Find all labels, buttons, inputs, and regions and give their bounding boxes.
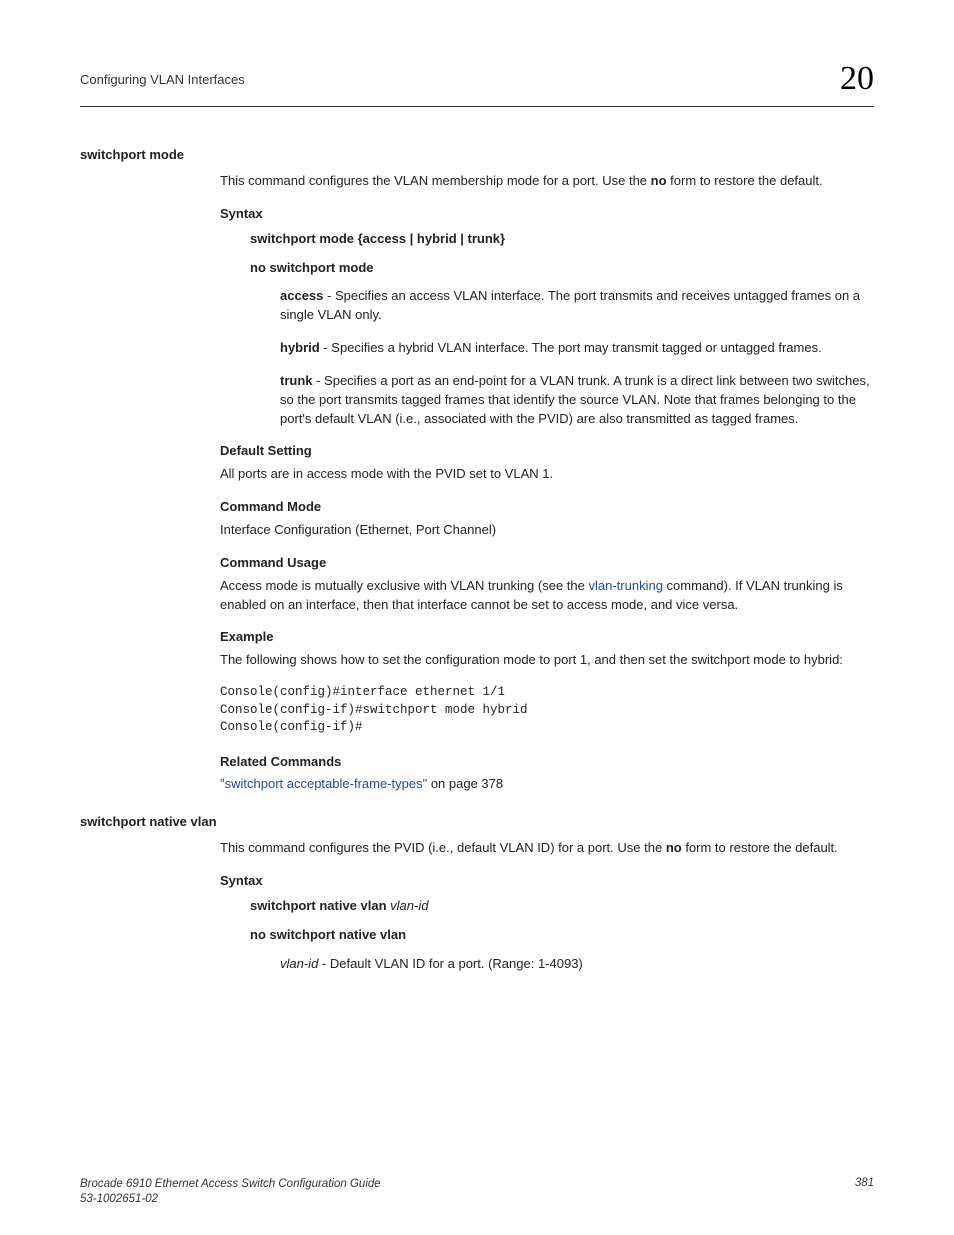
- intro2-text-b: form to restore the default.: [682, 840, 838, 855]
- param-term-trunk: trunk: [280, 373, 313, 388]
- intro-paragraph: This command configures the VLAN members…: [220, 172, 874, 191]
- page-header: Configuring VLAN Interfaces 20: [80, 60, 874, 98]
- syntax2-bold: switchport native vlan: [250, 898, 390, 913]
- param-text-access: - Specifies an access VLAN interface. Th…: [280, 288, 860, 322]
- footer-page-number: 381: [855, 1177, 874, 1189]
- intro-text-b: form to restore the default.: [667, 173, 823, 188]
- intro-no-keyword: no: [651, 173, 667, 188]
- command-body-switchport-native-vlan: This command configures the PVID (i.e., …: [220, 839, 874, 973]
- intro-paragraph-2: This command configures the PVID (i.e., …: [220, 839, 874, 858]
- example-intro: The following shows how to set the confi…: [220, 651, 874, 670]
- chapter-number: 20: [840, 60, 874, 98]
- syntax-heading-2: Syntax: [220, 872, 874, 891]
- footer-left: Brocade 6910 Ethernet Access Switch Conf…: [80, 1177, 381, 1207]
- syntax-line: switchport mode {access | hybrid | trunk…: [250, 230, 874, 249]
- footer-doc-title: Brocade 6910 Ethernet Access Switch Conf…: [80, 1177, 381, 1192]
- syntax2-italic: vlan-id: [390, 898, 428, 913]
- param-hybrid: hybrid - Specifies a hybrid VLAN interfa…: [280, 339, 874, 358]
- command-usage-heading: Command Usage: [220, 554, 874, 573]
- vlan-trunking-link[interactable]: vlan-trunking: [589, 578, 663, 593]
- intro-text-a: This command configures the VLAN members…: [220, 173, 651, 188]
- example-code: Console(config)#interface ethernet 1/1 C…: [220, 684, 874, 737]
- command-mode-text: Interface Configuration (Ethernet, Port …: [220, 521, 874, 540]
- syntax-line-2: switchport native vlan vlan-id: [250, 897, 874, 916]
- related-commands-line: "switchport acceptable-frame-types" on p…: [220, 775, 874, 794]
- param-text-hybrid: - Specifies a hybrid VLAN interface. The…: [320, 340, 822, 355]
- header-rule: [80, 106, 874, 107]
- usage-text-a: Access mode is mutually exclusive with V…: [220, 578, 589, 593]
- command-title-switchport-mode: switchport mode: [80, 147, 874, 162]
- param-text-vlan-id: - Default VLAN ID for a port. (Range: 1-…: [318, 956, 582, 971]
- default-setting-heading: Default Setting: [220, 442, 874, 461]
- footer-doc-number: 53-1002651-02: [80, 1192, 381, 1207]
- command-title-switchport-native-vlan: switchport native vlan: [80, 814, 874, 829]
- command-usage-text: Access mode is mutually exclusive with V…: [220, 577, 874, 615]
- syntax-heading: Syntax: [220, 205, 874, 224]
- page-footer: Brocade 6910 Ethernet Access Switch Conf…: [80, 1177, 874, 1207]
- related-commands-heading: Related Commands: [220, 753, 874, 772]
- command-body-switchport-mode: This command configures the VLAN members…: [220, 172, 874, 794]
- no-syntax-line: no switchport mode: [250, 259, 874, 278]
- no-syntax-line-2: no switchport native vlan: [250, 926, 874, 945]
- default-setting-text: All ports are in access mode with the PV…: [220, 465, 874, 484]
- command-mode-heading: Command Mode: [220, 498, 874, 517]
- header-section-title: Configuring VLAN Interfaces: [80, 72, 245, 87]
- param-term-vlan-id: vlan-id: [280, 956, 318, 971]
- param-text-trunk: - Specifies a port as an end-point for a…: [280, 373, 870, 426]
- param-trunk: trunk - Specifies a port as an end-point…: [280, 372, 874, 429]
- intro2-no-keyword: no: [666, 840, 682, 855]
- param-term-access: access: [280, 288, 323, 303]
- param-vlan-id: vlan-id - Default VLAN ID for a port. (R…: [280, 955, 874, 974]
- intro2-text-a: This command configures the PVID (i.e., …: [220, 840, 666, 855]
- param-access: access - Specifies an access VLAN interf…: [280, 287, 874, 325]
- param-term-hybrid: hybrid: [280, 340, 320, 355]
- related-suffix: on page 378: [427, 776, 503, 791]
- example-heading: Example: [220, 628, 874, 647]
- related-link[interactable]: "switchport acceptable-frame-types": [220, 776, 427, 791]
